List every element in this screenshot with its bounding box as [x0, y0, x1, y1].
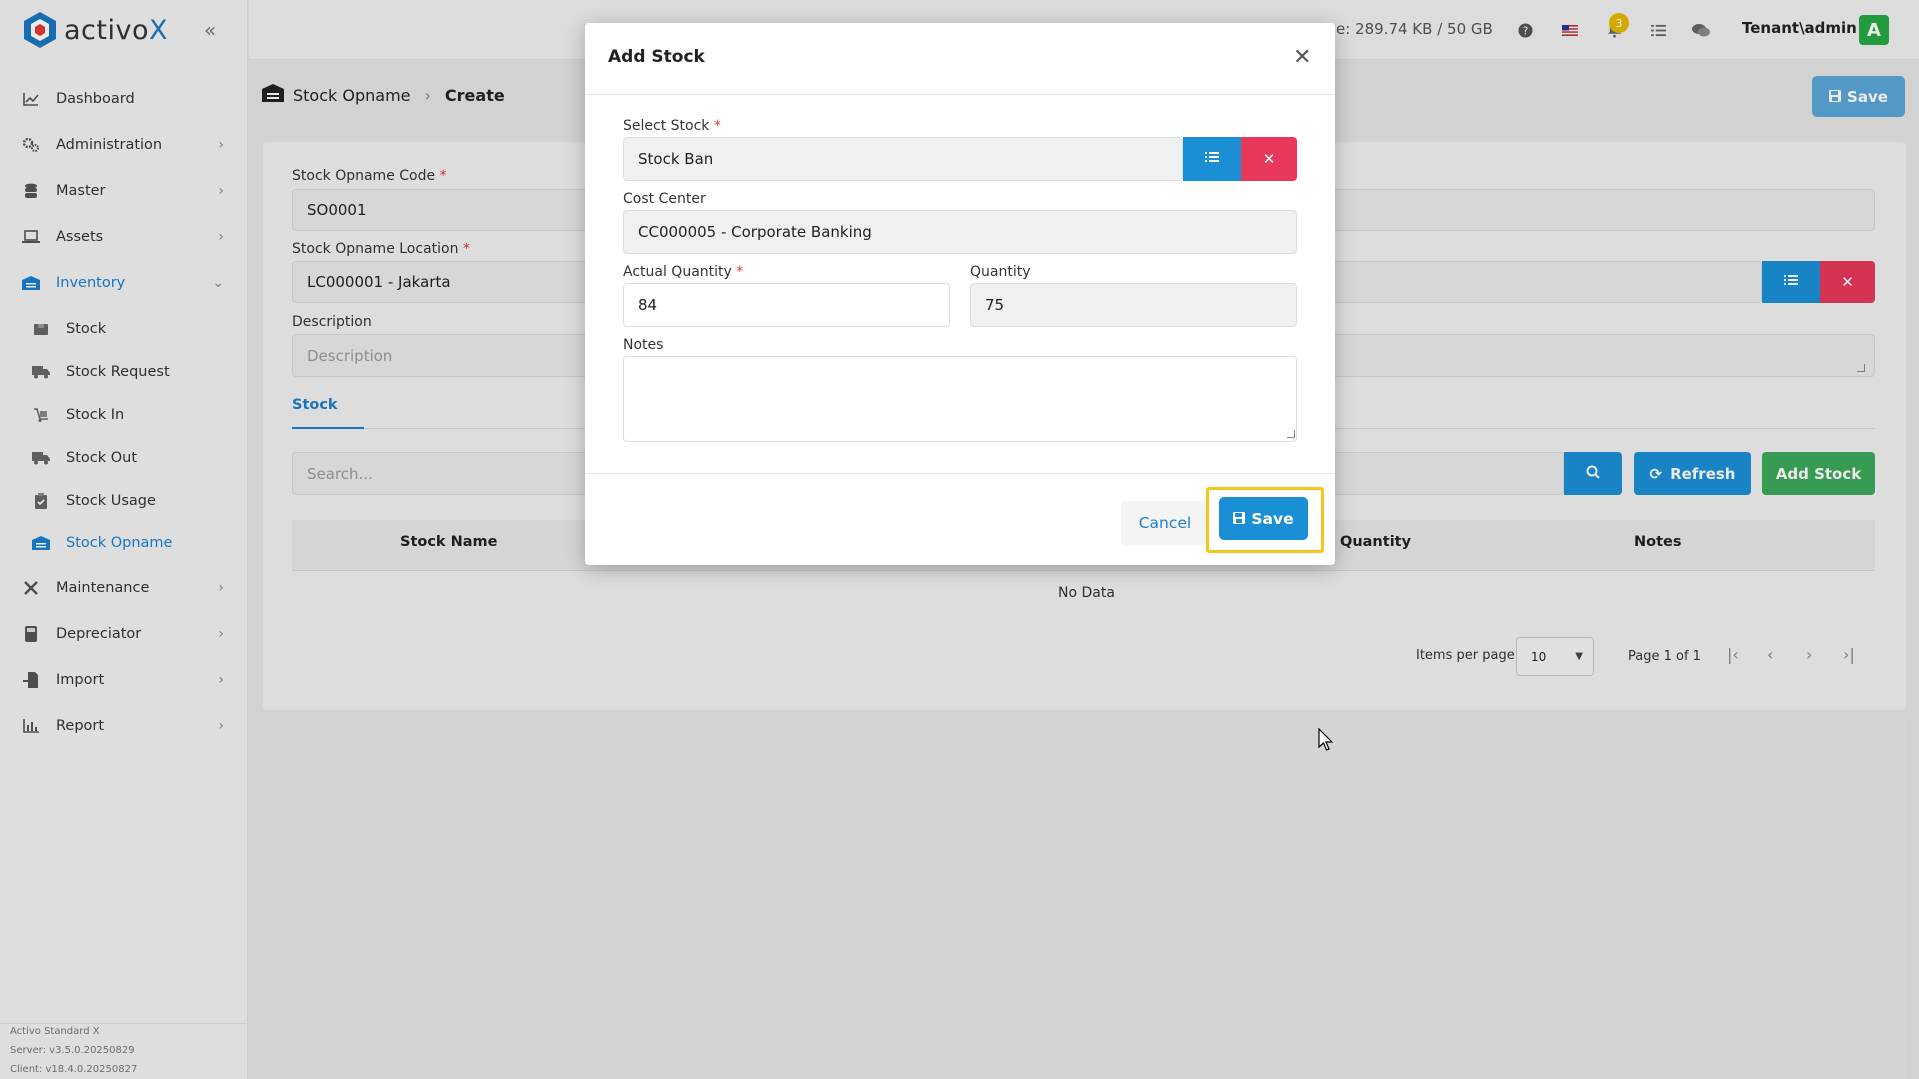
divider — [585, 473, 1335, 474]
save-label: Save — [1251, 509, 1294, 528]
select-stock-list-button[interactable] — [1183, 137, 1241, 181]
resize-handle[interactable] — [1287, 430, 1295, 438]
add-stock-modal: Add Stock ✕ Select Stock * Stock Ban ✕ C… — [585, 23, 1335, 565]
close-icon: ✕ — [1262, 150, 1276, 168]
quantity-field: 75 — [970, 283, 1297, 327]
cost-center-field: CC000005 - Corporate Banking — [623, 210, 1297, 254]
modal-title: Add Stock — [608, 47, 705, 67]
select-stock-field[interactable]: Stock Ban — [623, 137, 1183, 181]
list-icon — [1205, 151, 1219, 167]
notes-label: Notes — [623, 337, 664, 353]
actual-quantity-input[interactable]: 84 — [623, 283, 950, 327]
mouse-cursor-icon — [1318, 727, 1334, 756]
cost-center-label: Cost Center — [623, 191, 706, 207]
modal-save-button[interactable]: Save — [1219, 497, 1308, 540]
close-icon[interactable]: ✕ — [1293, 47, 1311, 69]
floppy-disk-icon — [1233, 510, 1246, 528]
select-stock-clear-button[interactable]: ✕ — [1241, 137, 1297, 181]
actual-quantity-label: Actual Quantity * — [623, 264, 744, 280]
cancel-button[interactable]: Cancel — [1121, 501, 1209, 545]
quantity-label: Quantity — [970, 264, 1031, 280]
select-stock-label: Select Stock * — [623, 118, 721, 134]
divider — [585, 94, 1335, 95]
notes-textarea[interactable] — [623, 356, 1297, 442]
